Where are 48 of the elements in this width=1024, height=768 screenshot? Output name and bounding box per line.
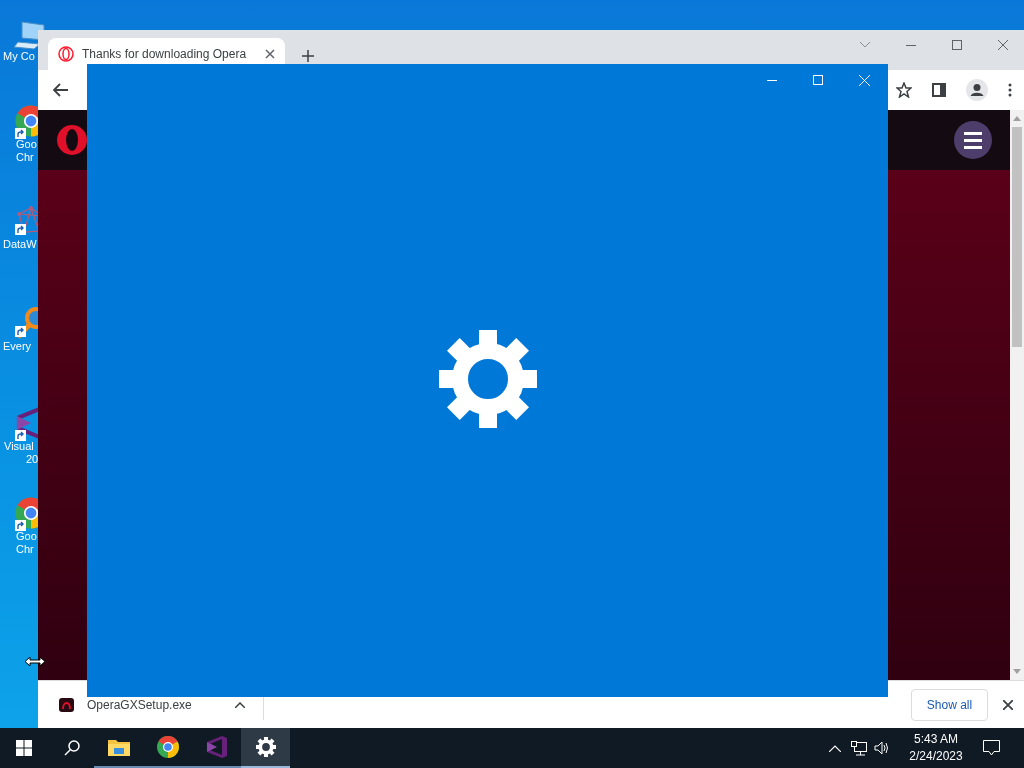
gear-icon [439, 329, 537, 428]
network-icon[interactable] [851, 740, 867, 756]
profile-icon[interactable] [966, 79, 988, 101]
browser-tab[interactable]: Thanks for downloading Opera [48, 38, 285, 64]
desktop-icon-label[interactable]: Every [3, 340, 32, 353]
folder-icon[interactable] [107, 738, 130, 756]
show-all-button[interactable]: Show all [911, 688, 988, 721]
clock-date[interactable]: 2/24/2023 [909, 748, 963, 765]
close-icon[interactable] [998, 40, 1008, 50]
search-icon[interactable] [64, 740, 80, 756]
desktop-icon-label[interactable]: Chr [16, 543, 34, 556]
more-menu-icon[interactable] [1008, 83, 1012, 97]
star-icon[interactable] [896, 82, 912, 98]
windows-start-icon[interactable] [16, 740, 32, 756]
tab-title: Thanks for downloading Opera [82, 46, 248, 63]
volume-icon[interactable] [874, 741, 889, 755]
minimize-icon[interactable] [906, 44, 916, 46]
resize-cursor-icon [24, 656, 46, 667]
desktop-icon-label[interactable]: 20 [26, 453, 39, 466]
file-icon [59, 697, 74, 712]
desktop-icon-label[interactable]: Chr [16, 151, 34, 164]
download-file-name[interactable]: OperaGXSetup.exe [87, 695, 227, 714]
side-panel-icon[interactable] [932, 83, 946, 97]
opera-logo-icon[interactable] [56, 124, 88, 156]
desktop-icon-label[interactable]: Goo [16, 530, 37, 543]
back-arrow-icon[interactable] [53, 83, 69, 97]
opera-logo-icon [58, 46, 74, 62]
tab-search-icon[interactable] [860, 42, 870, 48]
desktop-icon-label[interactable]: My Co [3, 50, 35, 63]
maximize-icon[interactable] [952, 40, 962, 50]
notification-icon[interactable] [983, 740, 1000, 756]
computer-icon[interactable] [14, 20, 48, 50]
menu-button[interactable] [954, 121, 992, 159]
desktop-icon-label[interactable]: Goo [16, 138, 37, 151]
clock-time[interactable]: 5:43 AM [914, 731, 958, 748]
shortcut-arrow-icon [15, 520, 26, 531]
close-icon[interactable] [1003, 699, 1013, 710]
new-tab-icon[interactable] [302, 50, 314, 62]
taskbar-app-button[interactable] [241, 728, 290, 768]
minimize-icon[interactable] [767, 79, 777, 81]
chrome-icon[interactable] [155, 735, 180, 759]
gear-icon[interactable] [255, 737, 276, 757]
shortcut-arrow-icon [15, 430, 26, 441]
desktop-icon-label[interactable]: Visual [4, 440, 34, 453]
desktop-icon-label[interactable]: DataW [3, 238, 37, 251]
caret-icon[interactable] [235, 701, 245, 708]
close-icon[interactable] [265, 49, 275, 59]
shortcut-arrow-icon [15, 128, 26, 139]
